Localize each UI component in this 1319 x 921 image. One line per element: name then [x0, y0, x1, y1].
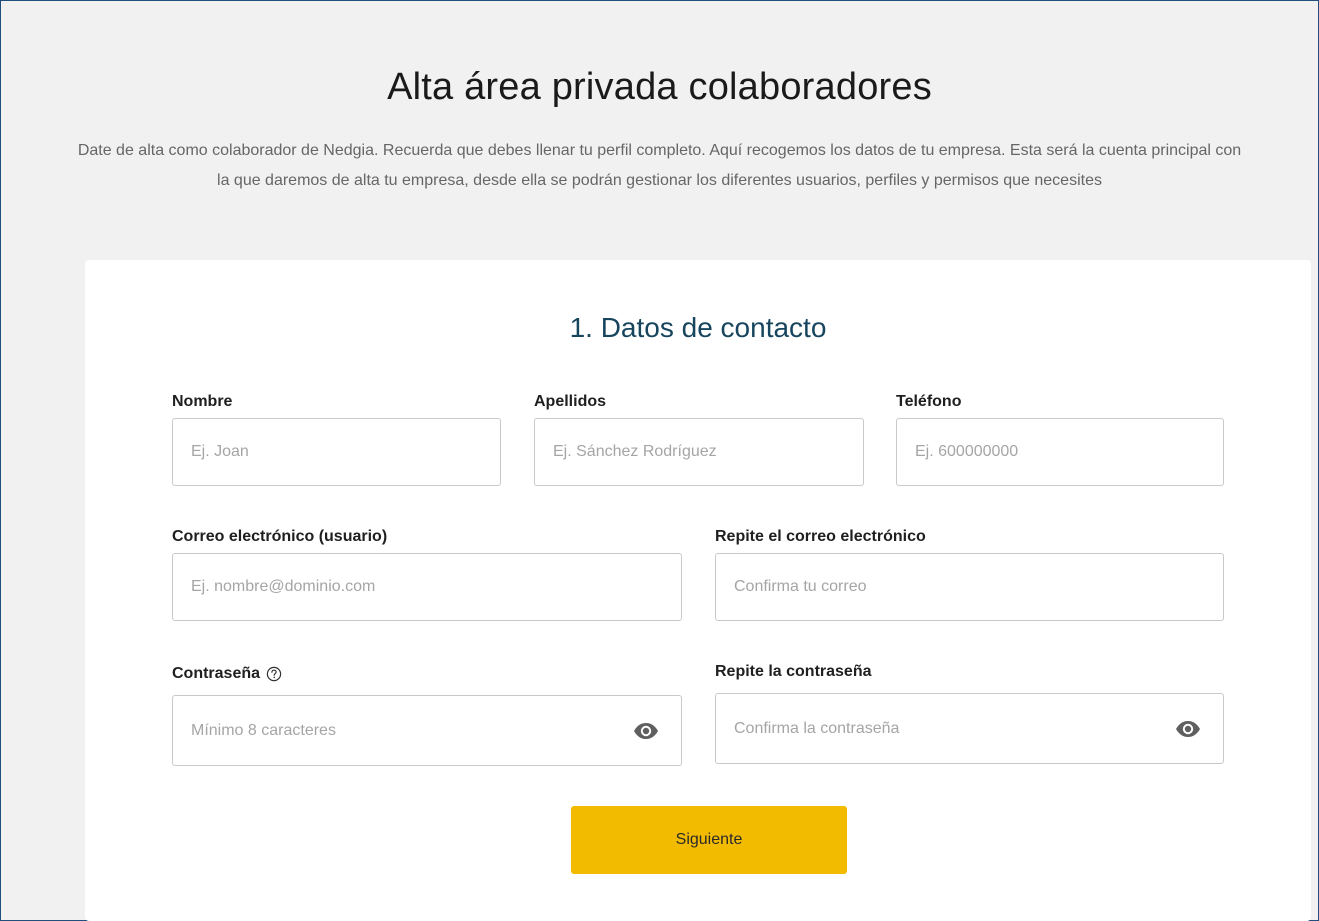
contrasena-label-text: Contraseña — [172, 665, 261, 682]
nombre-label: Nombre — [172, 393, 232, 411]
apellidos-field — [534, 418, 864, 486]
contrasena-input[interactable] — [173, 696, 681, 765]
eye-icon[interactable] — [633, 718, 659, 744]
contrasena-field — [172, 695, 682, 766]
telefono-label-text: Teléfono — [896, 393, 962, 410]
contrasena-repite-label: Repite la contraseña — [715, 663, 872, 681]
page-title: Alta área privada colaboradores — [387, 66, 932, 108]
correo-label: Correo electrónico (usuario) — [172, 528, 387, 546]
nombre-label-text: Nombre — [172, 393, 233, 410]
nombre-field — [172, 418, 501, 486]
correo-repite-input[interactable] — [716, 554, 1223, 620]
next-button[interactable]: Siguiente — [571, 806, 847, 874]
correo-repite-field — [715, 553, 1224, 621]
correo-repite-label: Repite el correo electrónico — [715, 528, 926, 546]
contrasena-label: Contraseña — [172, 665, 282, 683]
section-title: 1. Datos de contacto — [569, 312, 827, 343]
contrasena-repite-label-text: Repite la contraseña — [715, 663, 872, 680]
contact-form-card: 1. Datos de contacto Nombre Apellidos Te… — [85, 260, 1311, 921]
apellidos-input[interactable] — [535, 419, 863, 485]
eye-icon[interactable] — [1175, 716, 1201, 742]
telefono-label: Teléfono — [896, 393, 961, 411]
contrasena-repite-field — [715, 693, 1224, 764]
registration-page: Alta área privada colaboradores Date de … — [0, 0, 1319, 921]
correo-input[interactable] — [173, 554, 681, 620]
telefono-input[interactable] — [897, 419, 1223, 485]
help-circle-icon[interactable] — [266, 666, 282, 682]
apellidos-label: Apellidos — [534, 393, 606, 411]
correo-field — [172, 553, 682, 621]
contrasena-repite-input[interactable] — [716, 694, 1223, 763]
apellidos-label-text: Apellidos — [534, 393, 607, 410]
correo-label-text: Correo electrónico (usuario) — [172, 528, 388, 545]
nombre-input[interactable] — [173, 419, 500, 485]
page-description: Date de alta como colaborador de Nedgia.… — [77, 142, 1242, 189]
correo-repite-label-text: Repite el correo electrónico — [715, 528, 926, 545]
telefono-field — [896, 418, 1224, 486]
